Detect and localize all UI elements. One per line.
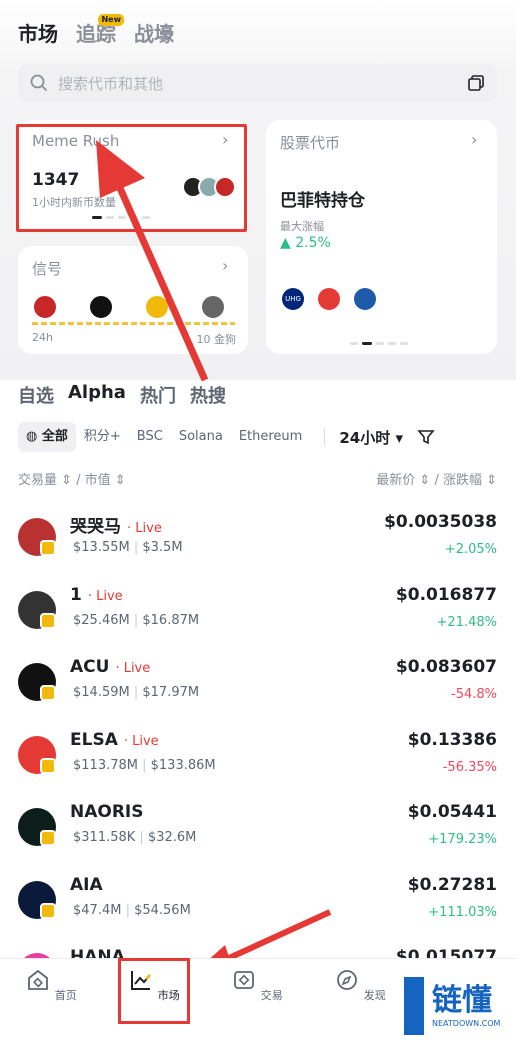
tab-trending[interactable]: 热搜 <box>190 382 226 408</box>
token-row[interactable]: NAORIS $311.58K | $32.6M $0.05441 +179.2… <box>0 802 516 880</box>
token-row[interactable]: 哭哭马 · Live $13.55M | $3.5M $0.0035038 +2.… <box>0 512 516 590</box>
token-volume-mcap: $25.46M | $16.87M <box>73 613 199 628</box>
nav-home[interactable]: 首页 <box>21 967 81 1003</box>
watermark-logo: 链懂 NEATDOWN.COM <box>402 973 512 1039</box>
separator: | <box>137 757 151 773</box>
token-price: $0.0035038 <box>384 512 497 532</box>
timeframe-select[interactable]: 24小时 ▾ <box>339 427 403 448</box>
separator: | <box>135 830 148 845</box>
sub-tabs: 自选 Alpha 热门 热搜 <box>18 382 226 408</box>
token-volume-mcap: $113.78M | $133.86M <box>73 758 216 773</box>
nav-trade-label: 交易 <box>260 989 283 1002</box>
token-symbol-text: 1 <box>70 584 82 605</box>
token-change: +2.05% <box>444 542 497 557</box>
token-volume: $25.46M <box>73 612 130 628</box>
token-symbol-text: 哭哭马 <box>70 517 121 537</box>
chain-badge-icon <box>40 540 56 556</box>
separator: | <box>129 612 143 628</box>
compass-icon <box>337 970 358 990</box>
token-symbol-text: ELSA <box>70 729 118 750</box>
token-symbol: ELSA · Live <box>70 730 159 750</box>
token-symbol: ACU · Live <box>70 657 150 677</box>
tab-alpha[interactable]: Alpha <box>68 382 126 408</box>
token-symbol-text: AIA <box>70 874 103 895</box>
token-row[interactable]: ACU · Live $14.59M | $17.97M $0.083607 -5… <box>0 657 516 735</box>
token-change: +111.03% <box>428 904 497 920</box>
token-price: $0.27281 <box>407 874 497 895</box>
token-volume-mcap: $311.58K | $32.6M <box>73 830 196 845</box>
chip-all-label: 全部 <box>41 429 68 444</box>
home-icon <box>28 969 49 990</box>
token-volume: $113.78M <box>73 757 138 773</box>
chain-badge-icon <box>40 902 56 919</box>
token-price: $0.016877 <box>395 584 497 605</box>
filter-icon[interactable] <box>417 428 435 446</box>
bottom-nav: 首页 市场 交易 发现 链懂 NEATDOWN.COM <box>0 958 516 1041</box>
token-mcap: $17.97M <box>142 685 200 700</box>
token-mcap: $133.86M <box>150 757 216 773</box>
divider <box>324 428 326 446</box>
nav-discover[interactable]: 发现 <box>330 967 390 1003</box>
watermark-brand: 链懂 <box>432 983 492 1018</box>
token-mcap: $3.5M <box>142 540 183 555</box>
token-volume-mcap: $13.55M | $3.5M <box>73 540 183 555</box>
header-volume-mcap[interactable]: 交易量 ⇕ / 市值 ⇕ <box>18 469 126 488</box>
live-badge: · Live <box>87 588 123 604</box>
chip-ethereum[interactable]: Ethereum <box>231 422 311 452</box>
timeframe-label: 24小时 <box>339 428 391 447</box>
token-row[interactable]: AIA $47.4M | $54.56M $0.27281 +111.03% <box>0 875 516 953</box>
live-badge: · Live <box>123 733 159 749</box>
chain-badge-icon <box>40 757 56 774</box>
token-volume: $14.59M <box>73 685 130 700</box>
chain-badge-icon <box>40 830 56 846</box>
token-change: +179.23% <box>428 832 497 847</box>
token-volume: $311.58K <box>73 830 136 845</box>
tab-watchlist[interactable]: 自选 <box>18 382 54 408</box>
token-row[interactable]: ELSA · Live $113.78M | $133.86M $0.13386 … <box>0 730 516 808</box>
live-badge: · Live <box>127 521 162 536</box>
token-price: $0.13386 <box>407 729 497 750</box>
watermark-l-glyph <box>404 977 424 1035</box>
token-mcap: $54.56M <box>134 902 191 918</box>
nav-trade[interactable]: 交易 <box>227 967 287 1003</box>
token-symbol: NAORIS <box>70 802 150 822</box>
token-change: -54.8% <box>451 687 497 702</box>
token-mcap: $16.87M <box>142 612 200 628</box>
nav-discover-label: 发现 <box>363 989 386 1002</box>
chain-filter: ◍ 全部 积分+ BSC Solana Ethereum 24小时 ▾ <box>18 421 498 453</box>
tab-hot[interactable]: 热门 <box>140 382 176 408</box>
chip-all[interactable]: ◍ 全部 <box>18 422 76 452</box>
nav-home-label: 首页 <box>54 989 77 1002</box>
live-badge: · Live <box>115 661 151 676</box>
token-symbol: 1 · Live <box>70 585 123 605</box>
token-symbol-text: NAORIS <box>70 802 144 822</box>
trade-icon <box>234 971 255 989</box>
token-symbol-text: ACU <box>70 657 110 677</box>
nav-highlight-box <box>118 958 190 1024</box>
chip-solana[interactable]: Solana <box>171 422 231 452</box>
token-volume: $13.55M <box>73 540 130 555</box>
token-volume-mcap: $14.59M | $17.97M <box>73 685 199 700</box>
token-volume: $47.4M <box>73 902 122 918</box>
chain-badge-icon <box>40 685 56 701</box>
separator: | <box>129 540 143 555</box>
app: { "tabs":[{"label":"市场"},{"label":"追踪","… <box>0 0 516 1041</box>
chip-bsc[interactable]: BSC <box>129 422 171 452</box>
token-change: -56.35% <box>442 759 497 775</box>
separator: | <box>121 902 135 918</box>
token-mcap: $32.6M <box>147 830 197 845</box>
token-price: $0.083607 <box>395 657 497 677</box>
separator: | <box>129 685 143 700</box>
chip-points[interactable]: 积分+ <box>76 422 129 452</box>
token-row[interactable]: 1 · Live $25.46M | $16.87M $0.016877 +21.… <box>0 585 516 663</box>
token-change: +21.48% <box>436 614 497 630</box>
token-symbol: AIA <box>70 875 109 895</box>
chain-badge-icon <box>40 612 56 629</box>
token-price: $0.05441 <box>407 802 497 822</box>
token-symbol: 哭哭马 · Live <box>70 512 162 537</box>
token-volume-mcap: $47.4M | $54.56M <box>73 903 191 918</box>
watermark-site: NEATDOWN.COM <box>432 1019 501 1028</box>
header-price-change[interactable]: 最新价 ⇕ / 涨跌幅 ⇕ <box>376 469 497 488</box>
